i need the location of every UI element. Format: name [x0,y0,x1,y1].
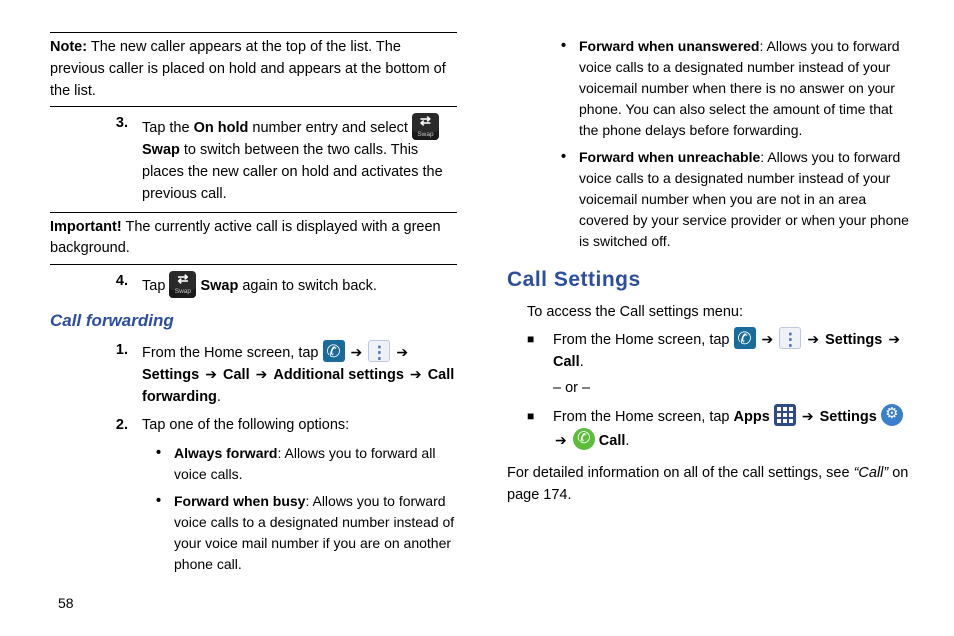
menu-dots-icon [779,327,801,349]
rule [50,212,457,213]
call-green-icon [573,428,595,450]
option-forward-unreachable: • Forward when unreachable: Allows you t… [547,147,914,252]
cs-path-2: ■ From the Home screen, tap Apps ➔ Setti… [527,404,914,454]
page-number: 58 [58,593,74,614]
step-3: 3. Tap the On hold number entry and sele… [50,113,457,205]
phone-icon [323,340,345,362]
cs-path-1: ■ From the Home screen, tap ➔ ➔ Settings… [527,327,914,374]
arrow-icon: ➔ [205,366,217,382]
option-forward-busy: • Forward when busy: Allows you to forwa… [142,491,457,575]
cs-intro: To access the Call settings menu: [527,302,914,324]
or-text: – or – [553,378,914,400]
bullet-icon: • [561,147,579,252]
swap-icon [412,113,439,140]
arrow-icon: ➔ [807,331,819,347]
arrow-icon: ➔ [802,408,814,424]
call-forwarding-heading: Call forwarding [50,308,457,334]
apps-icon [774,404,796,426]
rule [50,106,457,107]
call-settings-heading: Call Settings [507,264,914,296]
arrow-icon: ➔ [762,331,774,347]
step-number: 4. [98,271,142,298]
step-number: 3. [98,113,142,205]
menu-dots-icon [368,340,390,362]
arrow-icon: ➔ [351,344,363,360]
square-bullet-icon: ■ [527,327,553,374]
step-number: 2. [98,415,142,581]
square-bullet-icon: ■ [527,404,553,454]
step-body: Tap the On hold number entry and select … [142,113,457,205]
arrow-icon: ➔ [555,432,567,448]
arrow-icon: ➔ [396,344,408,360]
settings-gear-icon [881,404,903,426]
option-forward-unanswered: • Forward when unanswered: Allows you to… [547,36,914,141]
step-body: Tap one of the following options: • Alwa… [142,415,457,581]
step-number: 1. [98,340,142,409]
important-label: Important! [50,219,122,235]
arrow-icon: ➔ [888,331,900,347]
rule [50,264,457,265]
arrow-icon: ➔ [256,366,268,382]
phone-icon [734,327,756,349]
rule [50,32,457,33]
note-text: The new caller appears at the top of the… [50,39,446,99]
arrow-icon: ➔ [410,366,422,382]
note-label: Note: [50,39,87,55]
bullet-icon: • [156,443,174,485]
bullet-icon: • [561,36,579,141]
reference-paragraph: For detailed information on all of the c… [507,463,914,507]
cf-step-2: 2. Tap one of the following options: • A… [50,415,457,581]
right-column: • Forward when unanswered: Allows you to… [507,30,914,587]
step-4: 4. Tap Swap again to switch back. [50,271,457,298]
important-block: Important! The currently active call is … [50,215,457,263]
swap-icon [169,271,196,298]
option-always-forward: • Always forward: Allows you to forward … [142,443,457,485]
left-column: Note: The new caller appears at the top … [50,30,457,587]
cf-step-1: 1. From the Home screen, tap ➔ ➔ Setting… [50,340,457,409]
bullet-icon: • [156,491,174,575]
note-block: Note: The new caller appears at the top … [50,35,457,104]
step-body: Tap Swap again to switch back. [142,271,457,298]
step-body: From the Home screen, tap ➔ ➔ Settings ➔… [142,340,457,409]
